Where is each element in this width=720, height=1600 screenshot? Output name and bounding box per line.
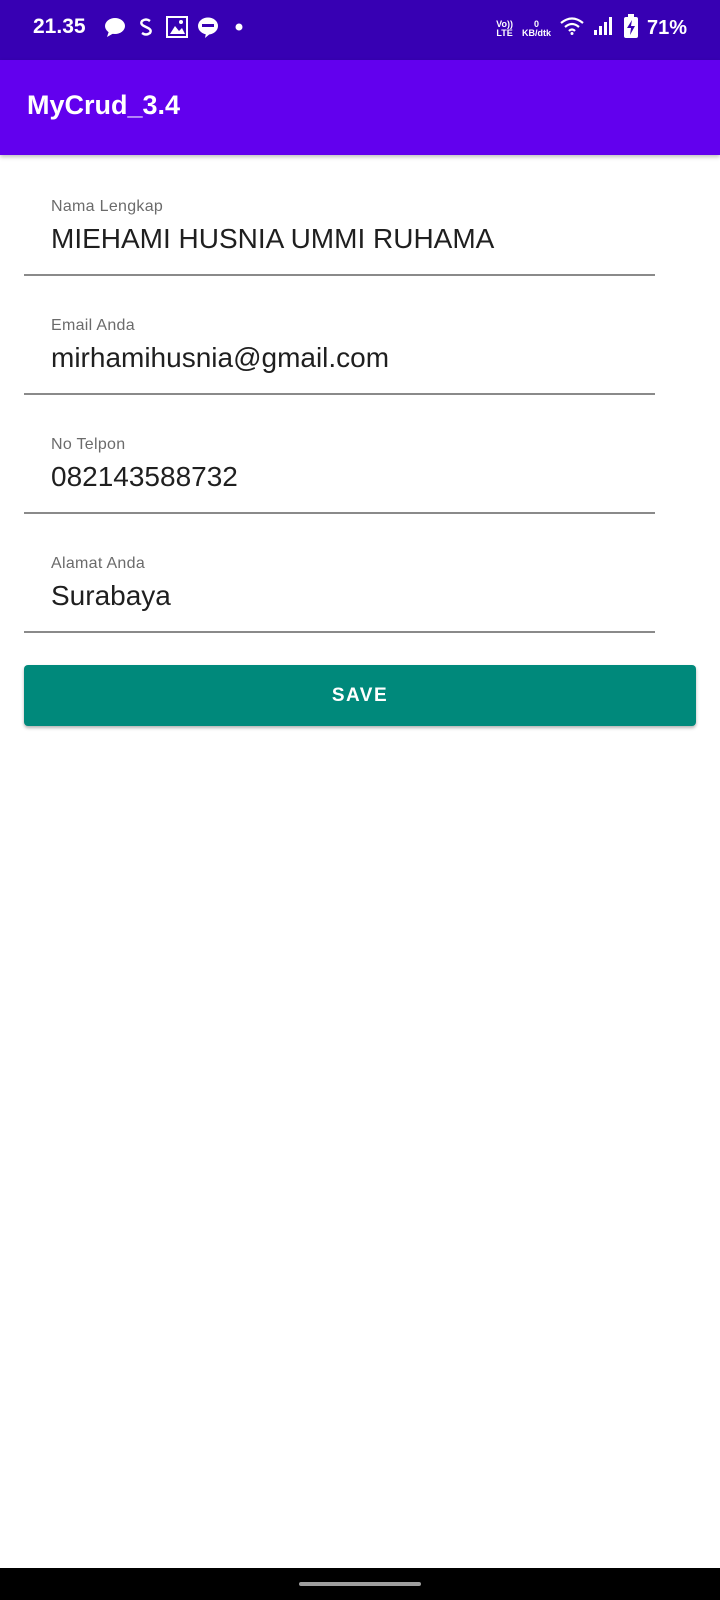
sync-icon — [135, 16, 157, 38]
battery-percent: 71% — [646, 17, 687, 39]
email-field[interactable]: Email Anda — [24, 275, 655, 395]
save-button[interactable]: SAVE — [24, 665, 696, 726]
volte-indicator: Vo)) LTE — [496, 18, 513, 38]
dot-icon — [228, 16, 250, 38]
phone-field[interactable]: No Telpon — [24, 394, 655, 514]
name-input[interactable] — [51, 223, 651, 255]
data-speed-indicator: 0 KB/dtk — [521, 18, 551, 38]
app-title: MyCrud_3.4 — [27, 90, 181, 120]
signal-icon — [593, 16, 615, 41]
address-label: Alamat Anda — [51, 555, 146, 572]
name-field[interactable]: Nama Lengkap — [24, 156, 655, 276]
status-time: 21.35 — [33, 15, 86, 38]
battery-icon — [623, 14, 638, 43]
app-bar: MyCrud_3.4 — [0, 60, 720, 155]
name-label: Nama Lengkap — [51, 198, 164, 215]
phone-input[interactable] — [51, 461, 651, 493]
notification-icons — [104, 16, 250, 38]
home-gesture-handle[interactable] — [299, 1582, 421, 1586]
email-label: Email Anda — [51, 317, 135, 334]
chat-bubble-icon — [104, 16, 126, 38]
gallery-icon — [166, 16, 188, 38]
address-input[interactable] — [51, 580, 651, 612]
line-icon — [197, 16, 219, 38]
wifi-icon — [560, 17, 584, 40]
status-bar: 21.35 Vo)) LTE 0 KB/dtk 71% — [0, 0, 720, 60]
address-field[interactable]: Alamat Anda — [24, 513, 655, 633]
status-indicators: Vo)) LTE 0 KB/dtk 71% — [496, 14, 687, 43]
phone-label: No Telpon — [51, 436, 126, 453]
email-input[interactable] — [51, 342, 651, 374]
navigation-bar — [0, 1568, 720, 1600]
